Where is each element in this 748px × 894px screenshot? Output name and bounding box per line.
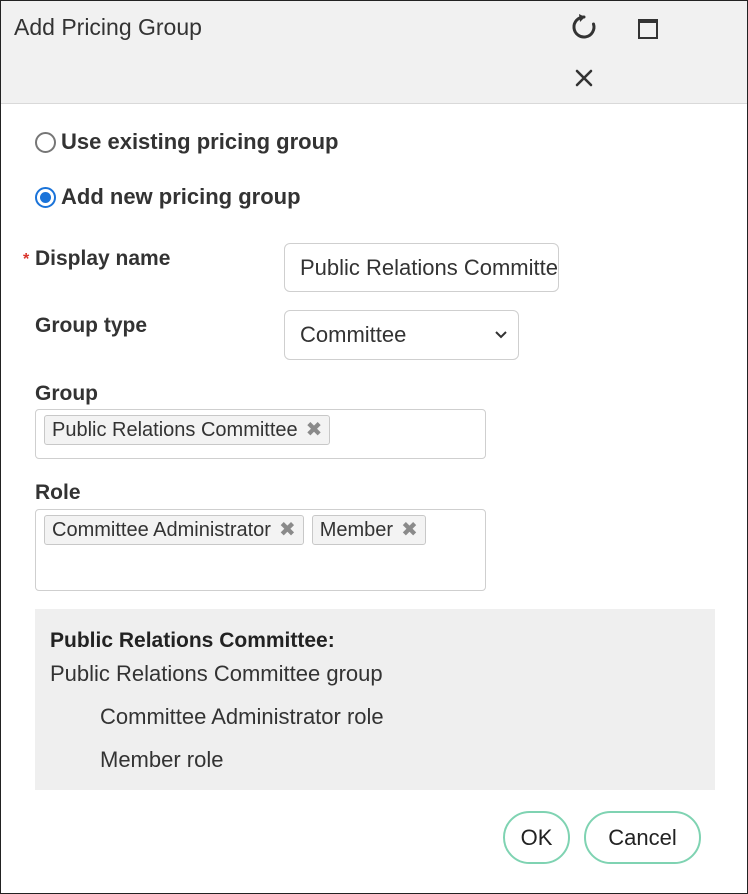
close-icon: [575, 69, 593, 87]
display-name-input[interactable]: Public Relations Committee: [284, 243, 559, 292]
dialog-title: Add Pricing Group: [14, 14, 202, 40]
use-existing-radio[interactable]: [35, 131, 56, 153]
required-marker: *: [23, 251, 30, 268]
maximize-button[interactable]: [633, 14, 663, 44]
add-new-label: Add new pricing group: [61, 184, 301, 209]
radio-selected-dot: [40, 191, 51, 203]
group-type-value: Committee: [300, 322, 407, 347]
maximize-icon: [638, 19, 658, 39]
summary-role-line: Committee Administrator role: [100, 704, 384, 729]
refresh-button[interactable]: [569, 12, 599, 42]
chevron-down-icon: [495, 331, 507, 339]
group-type-select[interactable]: Committee: [284, 310, 519, 360]
display-name-label: Display name: [35, 247, 171, 270]
add-new-radio[interactable]: [35, 186, 56, 208]
add-pricing-group-dialog: Add Pricing Group Use existing pricing g…: [0, 0, 748, 894]
option-use-existing[interactable]: Use existing pricing group: [35, 129, 338, 155]
group-label: Group: [35, 382, 98, 405]
option-add-new[interactable]: Add new pricing group: [35, 184, 301, 210]
role-tag: Committee Administrator ✖: [44, 515, 304, 545]
group-tag-label: Public Relations Committee: [52, 418, 298, 441]
refresh-icon: [572, 14, 596, 39]
group-tag: Public Relations Committee ✖: [44, 415, 331, 445]
summary-role-line: Member role: [100, 747, 224, 772]
role-tag: Member ✖: [311, 515, 426, 545]
summary-group-line: Public Relations Committee group: [50, 661, 383, 686]
ok-button[interactable]: OK: [503, 811, 570, 864]
role-label: Role: [35, 481, 81, 504]
summary-panel: Public Relations Committee: Public Relat…: [35, 609, 715, 790]
remove-x-icon[interactable]: ✖: [401, 520, 418, 540]
role-tag-label: Member: [319, 518, 394, 541]
role-multiselect[interactable]: Committee Administrator ✖ Member ✖: [35, 509, 486, 591]
role-tag-label: Committee Administrator: [52, 518, 271, 541]
dialog-titlebar: Add Pricing Group: [1, 1, 747, 104]
close-button[interactable]: [569, 63, 599, 93]
summary-title: Public Relations Committee:: [50, 629, 335, 652]
remove-x-icon[interactable]: ✖: [279, 520, 296, 540]
cancel-button[interactable]: Cancel: [584, 811, 701, 864]
use-existing-label: Use existing pricing group: [61, 129, 339, 154]
remove-x-icon[interactable]: ✖: [306, 420, 323, 440]
group-type-label: Group type: [35, 314, 148, 337]
group-multiselect[interactable]: Public Relations Committee ✖: [35, 409, 486, 459]
